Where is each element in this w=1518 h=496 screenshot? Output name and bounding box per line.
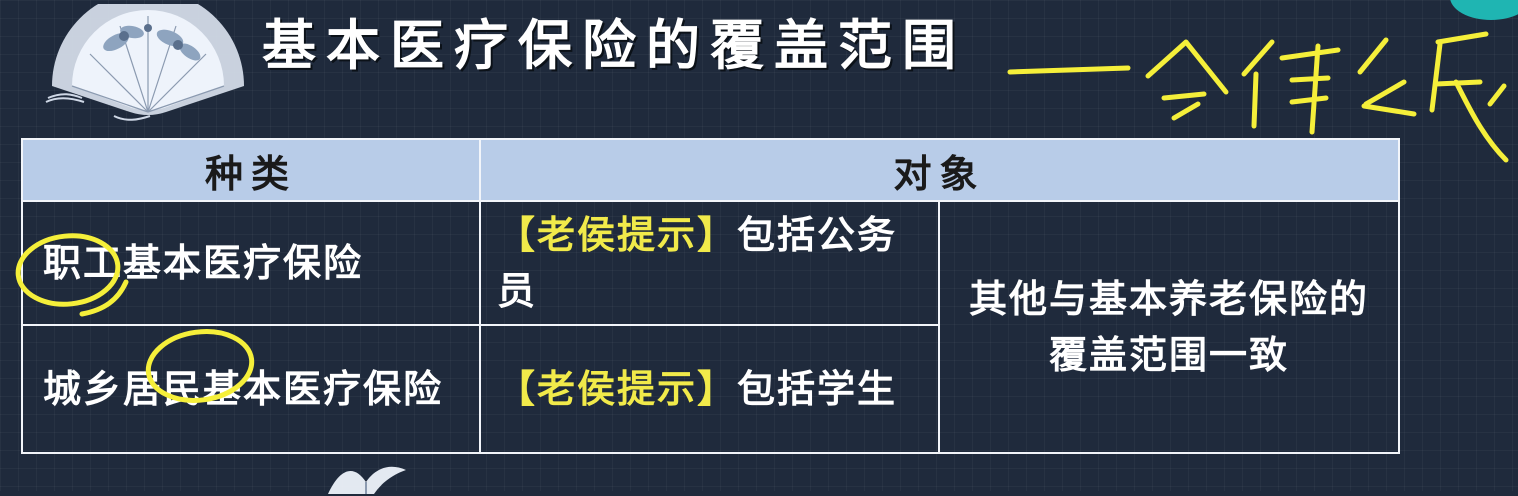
tip-label: 【老侯提示】 [497,213,738,257]
shared-note-cell: 其他与基本养老保险的覆盖范围一致 [937,200,1401,454]
type-cell: 职工基本医疗保险 [21,200,481,326]
insurance-type-label: 职工基本医疗保险 [43,241,364,285]
type-cell: 城乡居民基本医疗保险 [21,324,481,454]
description-cell: 【老侯提示】包括学生 [479,324,940,454]
table-row: 职工基本医疗保险 【老侯提示】包括公务员 其他与基本养老保险的覆盖范围一致 [21,200,1401,454]
insurance-type-label: 城乡居民基本医疗保险 [43,367,444,411]
coverage-table: 种类 对象 职工基本医疗保险 【老侯提示】包括公务员 其他与基本养老保险的覆盖范… [21,138,1401,454]
shared-note-text: 其他与基本养老保险的覆盖范围一致 [969,277,1370,377]
description-cell: 【老侯提示】包括公务员 [479,200,940,326]
header-object: 对象 [478,138,1401,202]
page-title: 基本医疗保险的覆盖范围 [262,13,966,77]
fan-decoration-icon [45,4,244,121]
description-text: 包括学生 [737,367,898,411]
tip-label: 【老侯提示】 [497,367,738,411]
table-header-row: 种类 对象 [21,138,1401,202]
header-type: 种类 [21,138,481,202]
